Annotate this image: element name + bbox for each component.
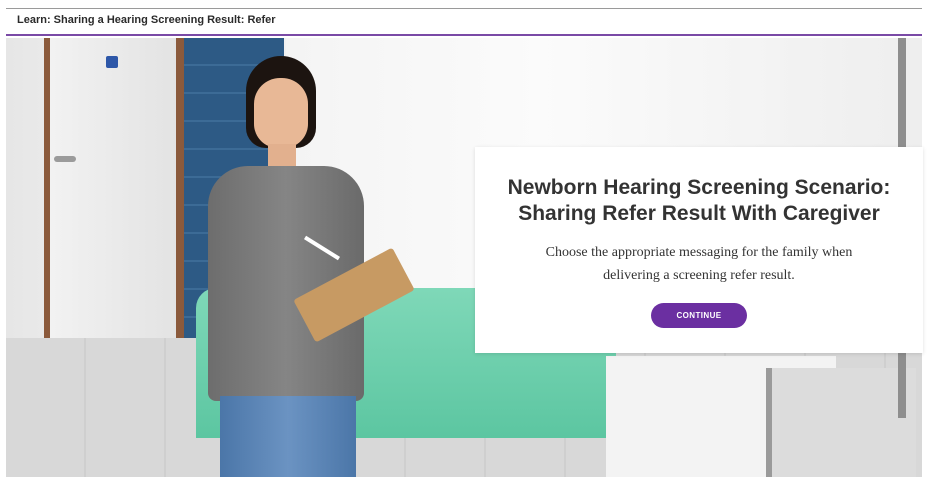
scenario-title-line-1: Newborn Hearing Screening Scenario: [507,176,891,199]
presenter-face [254,78,308,148]
scenario-description-line-2: delivering a screening refer result. [603,268,795,283]
scenario-description: Choose the appropriate messaging for the… [505,241,893,287]
scenario-description-line-1: Choose the appropriate messaging for the… [545,245,853,260]
scenario-intro-card: Newborn Hearing Screening Scenario: Shar… [475,147,923,353]
presenter-figure [198,56,415,477]
page-title: Learn: Sharing a Hearing Screening Resul… [17,14,276,26]
presenter-jeans [220,396,356,477]
door-handle [54,156,76,162]
scenario-title-line-2: Sharing Refer Result With Caregiver [518,202,880,225]
module-header: Learn: Sharing a Hearing Screening Resul… [6,8,922,36]
door-sign [106,56,118,68]
scenario-title: Newborn Hearing Screening Scenario: Shar… [475,175,923,227]
continue-button[interactable]: CONTINUE [651,303,747,328]
scene-door [44,38,176,343]
scene-bed-frame [766,368,916,477]
